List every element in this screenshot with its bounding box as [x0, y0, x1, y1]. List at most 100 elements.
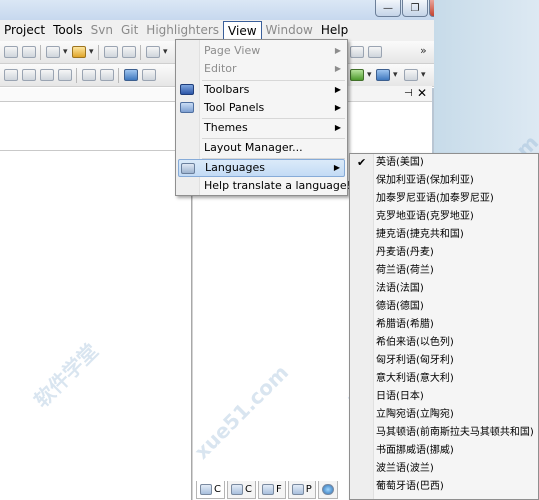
- preview-icon[interactable]: [124, 69, 138, 81]
- menu-item-label: Languages: [205, 161, 266, 174]
- menu-item-help-translate[interactable]: Help translate a language!: [178, 177, 351, 195]
- panel-tab-code[interactable]: C: [196, 481, 225, 499]
- menu-item-editor[interactable]: Editor ▶: [178, 60, 345, 78]
- toolbar-separator: [76, 68, 77, 83]
- language-item[interactable]: 希伯来语(以色列): [376, 334, 536, 352]
- chevron-down-icon[interactable]: ▾: [163, 47, 168, 57]
- menu-item-layout-manager[interactable]: Layout Manager...: [178, 139, 345, 157]
- panel-close-icon[interactable]: ✕: [417, 86, 427, 100]
- minimize-button[interactable]: —: [375, 0, 401, 17]
- files-icon: [261, 484, 274, 495]
- panel-tab-clips[interactable]: C: [226, 481, 256, 499]
- language-item[interactable]: 波兰语(波兰): [376, 460, 536, 478]
- menu-git[interactable]: Git: [117, 21, 142, 40]
- restore-button[interactable]: ❐: [402, 0, 428, 17]
- toolbar-separator: [98, 45, 99, 60]
- view-menu: Page View ▶ Editor ▶ Toolbars ▶ Tool Pan…: [175, 39, 351, 196]
- panel-tab-project[interactable]: P: [287, 481, 316, 499]
- menu-item-label: Tool Panels: [204, 101, 265, 114]
- checkmark-icon: ✔: [357, 156, 367, 169]
- clips-icon: [230, 484, 243, 495]
- language-item[interactable]: 立陶宛语(立陶宛): [376, 406, 536, 424]
- language-item[interactable]: 加泰罗尼亚语(加泰罗尼亚): [376, 190, 536, 208]
- back-icon[interactable]: [146, 46, 160, 58]
- chevron-down-icon[interactable]: ▾: [89, 47, 94, 57]
- languages-icon: [181, 163, 195, 174]
- language-item[interactable]: 法语(法国): [376, 280, 536, 298]
- menu-item-label: Editor: [204, 62, 237, 75]
- indent-icon[interactable]: [4, 69, 18, 81]
- language-item[interactable]: 荷兰语(荷兰): [376, 262, 536, 280]
- menu-project[interactable]: Project: [0, 21, 49, 40]
- language-item[interactable]: 书面挪威语(挪威): [376, 442, 536, 460]
- new-file-icon[interactable]: [4, 46, 18, 58]
- panel-tab-files[interactable]: F: [257, 481, 286, 499]
- panel-tabs: C C F P: [196, 481, 338, 500]
- code-icon: [200, 484, 212, 495]
- menu-item-toolbars[interactable]: Toolbars ▶: [178, 81, 345, 99]
- menu-highlighters[interactable]: Highlighters: [142, 21, 223, 40]
- overflow-icon[interactable]: »: [420, 44, 427, 57]
- replace-icon[interactable]: [122, 46, 136, 58]
- pin-icon[interactable]: ⊣: [404, 88, 413, 99]
- language-item[interactable]: 英语(美国): [376, 154, 536, 172]
- toolbar-separator: [118, 68, 119, 83]
- language-item[interactable]: 德语(德国): [376, 298, 536, 316]
- submenu-arrow-icon: ▶: [333, 163, 340, 172]
- language-item[interactable]: 意大利语(意大利): [376, 370, 536, 388]
- spell-check-icon[interactable]: [82, 69, 96, 81]
- web-icon: [321, 484, 334, 495]
- menu-tools[interactable]: Tools: [49, 21, 87, 40]
- menubar: Project Tools Svn Git Highlighters View …: [0, 20, 434, 41]
- panel-tab-label: F: [275, 484, 282, 495]
- outdent-icon[interactable]: [22, 69, 36, 81]
- toolbar-separator: [40, 45, 41, 60]
- language-item[interactable]: 葡萄牙语(巴西): [376, 478, 536, 496]
- print-icon[interactable]: [142, 69, 156, 81]
- chevron-down-icon[interactable]: ▾: [421, 70, 426, 80]
- chevron-down-icon[interactable]: ▾: [367, 70, 372, 80]
- menu-item-label: Page View: [204, 44, 261, 57]
- open-file-icon[interactable]: [22, 46, 36, 58]
- ftp-icon[interactable]: [350, 69, 364, 81]
- language-item[interactable]: 马其顿语(前南斯拉夫马其顿共和国): [376, 424, 536, 442]
- language-item[interactable]: 日语(日本): [376, 388, 536, 406]
- panel-tab-label: P: [305, 484, 312, 495]
- edit-icon[interactable]: [404, 69, 418, 81]
- watermark-text: 软件学堂: [29, 338, 103, 413]
- project-icon: [291, 484, 304, 495]
- language-item[interactable]: 克罗地亚语(克罗地亚): [376, 208, 536, 226]
- menu-item-label: Themes: [204, 121, 248, 134]
- language-item[interactable]: 匈牙利语(匈牙利): [376, 352, 536, 370]
- menu-item-languages[interactable]: Languages ▶: [178, 159, 345, 177]
- language-item[interactable]: 丹麦语(丹麦): [376, 244, 536, 262]
- uncomment-icon[interactable]: [58, 69, 72, 81]
- menu-svn[interactable]: Svn: [87, 21, 117, 40]
- menu-help[interactable]: Help: [317, 21, 352, 40]
- submenu-arrow-icon: ▶: [334, 85, 341, 94]
- language-item[interactable]: 捷克语(捷克共和国): [376, 226, 536, 244]
- toolbar-icon[interactable]: [350, 46, 364, 58]
- folder-icon[interactable]: [72, 46, 86, 58]
- browser-icon[interactable]: [376, 69, 390, 81]
- menu-item-page-view[interactable]: Page View ▶: [178, 42, 345, 60]
- chevron-down-icon[interactable]: ▾: [63, 47, 68, 57]
- chevron-down-icon[interactable]: ▾: [393, 70, 398, 80]
- comment-icon[interactable]: [40, 69, 54, 81]
- menu-view[interactable]: View: [223, 20, 262, 41]
- language-item[interactable]: 保加利亚语(保加利亚): [376, 172, 536, 190]
- editor-area[interactable]: [0, 102, 191, 151]
- watermark-text: xue51.com: [189, 360, 294, 464]
- menu-item-tool-panels[interactable]: Tool Panels ▶: [178, 99, 345, 117]
- toolbar-icon[interactable]: [368, 46, 382, 58]
- menu-item-themes[interactable]: Themes ▶: [178, 119, 345, 137]
- menu-item-label: Layout Manager...: [204, 141, 303, 154]
- submenu-arrow-icon: ▶: [334, 64, 341, 73]
- find-icon[interactable]: [104, 46, 118, 58]
- menu-window[interactable]: Window: [262, 21, 317, 40]
- tidy-icon[interactable]: [100, 69, 114, 81]
- copy-icon[interactable]: [46, 46, 60, 58]
- panel-tab-web[interactable]: [317, 481, 338, 499]
- language-item[interactable]: 希腊语(希腊): [376, 316, 536, 334]
- tool-panels-icon: [180, 102, 194, 113]
